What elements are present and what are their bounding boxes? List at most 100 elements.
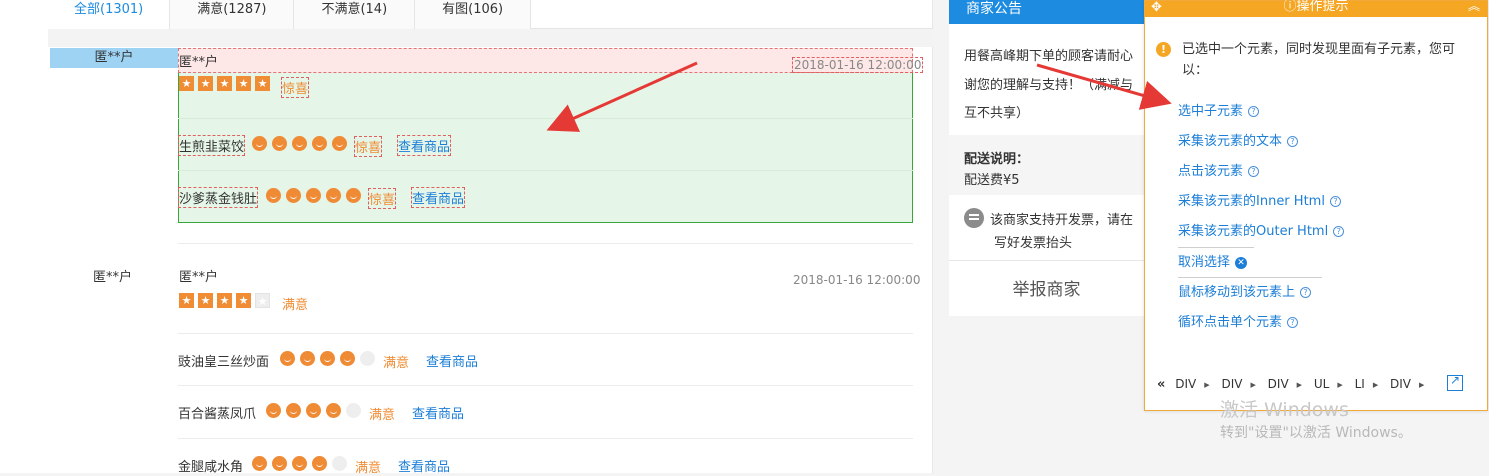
option-label: 采集该元素的文本: [1178, 134, 1283, 149]
divider: [178, 333, 913, 334]
view-product-link[interactable]: 查看商品: [412, 403, 464, 422]
smile-icon: [266, 188, 281, 203]
smile-icon: [332, 136, 347, 151]
move-icon[interactable]: ✥: [1151, 1, 1162, 15]
smile-icon: [312, 456, 327, 471]
smile-icon: [272, 136, 287, 151]
smile-icon: [326, 403, 341, 418]
star-icon: ★: [217, 293, 232, 308]
smile-empty-icon: [332, 456, 347, 471]
star-icon: ★: [217, 76, 232, 91]
divider: [178, 438, 913, 439]
reviewer-name: 匿**户: [93, 270, 133, 285]
invoice-icon: [964, 208, 984, 228]
triangle-right-icon: ▶: [1419, 380, 1425, 389]
breadcrumb-item[interactable]: DIV: [1221, 377, 1242, 391]
divider: [949, 260, 1144, 261]
breadcrumb-item[interactable]: DIV: [1175, 377, 1196, 391]
triangle-right-icon: ▶: [1204, 380, 1210, 389]
warning-icon: !: [1156, 42, 1171, 57]
external-link-icon[interactable]: [1447, 373, 1463, 391]
invoice-line: 该商家支持开发票，请在: [990, 213, 1134, 228]
click-element-option[interactable]: 点击该元素?: [1178, 160, 1260, 179]
view-product-link[interactable]: 查看商品: [426, 351, 478, 370]
star-icon: ★: [179, 293, 194, 308]
reviewer-name: 匿**户: [50, 48, 178, 68]
double-chevron-left-icon[interactable]: «: [1157, 377, 1165, 392]
panel-title: 操作提示: [1296, 0, 1349, 14]
help-icon[interactable]: ?: [1287, 136, 1299, 147]
review-date: 2018-01-16 12:00:00: [792, 57, 924, 73]
help-icon[interactable]: ?: [1287, 317, 1299, 328]
dish-name: 豉油皇三丝炒面: [178, 355, 270, 370]
select-child-option[interactable]: 选中子元素?: [1178, 100, 1260, 119]
report-merchant-button[interactable]: 举报商家: [949, 262, 1144, 316]
rating-tag: 惊喜: [281, 77, 310, 98]
help-icon[interactable]: ?: [1329, 196, 1341, 207]
breadcrumb-item[interactable]: DIV: [1268, 377, 1289, 391]
star-icon: ★: [255, 76, 270, 91]
panel-header[interactable]: ✥ ⓘ操作提示 ︽: [1145, 0, 1487, 17]
review-date: 2018-01-16 12:00:00: [793, 273, 921, 287]
help-icon[interactable]: ?: [1248, 106, 1260, 117]
notice-line: 互不共享）: [964, 106, 1030, 121]
dish-score: [266, 188, 366, 203]
smile-icon: [292, 136, 307, 151]
option-label: 采集该元素的Inner Html: [1178, 194, 1325, 209]
tab-all[interactable]: 全部(1301): [48, 0, 171, 29]
view-product-link[interactable]: 查看商品: [398, 456, 450, 475]
breadcrumb-item[interactable]: UL: [1314, 377, 1329, 391]
tab-unsatisfied[interactable]: 不满意(14): [294, 0, 416, 29]
element-breadcrumb: « DIV ▶ DIV ▶ DIV ▶ UL ▶ LI ▶ DIV ▶: [1157, 377, 1426, 392]
notice-title: 商家公告: [949, 0, 1144, 24]
view-product-link[interactable]: 查看商品: [397, 135, 452, 156]
collect-outer-html-option[interactable]: 采集该元素的Outer Html?: [1178, 220, 1345, 239]
cancel-selection-option[interactable]: 取消选择 ✕: [1178, 251, 1248, 270]
smile-icon: [312, 136, 327, 151]
dish-score: [252, 136, 352, 151]
star-empty-icon: ★: [255, 293, 270, 308]
option-label: 鼠标移动到该元素上: [1178, 285, 1296, 300]
smile-icon: [266, 403, 281, 418]
help-icon[interactable]: ?: [1248, 166, 1260, 177]
smile-icon: [272, 456, 287, 471]
smile-icon: [252, 136, 267, 151]
divider: [1178, 247, 1254, 248]
close-icon[interactable]: ✕: [1235, 256, 1248, 269]
loop-click-option[interactable]: 循环点击单个元素?: [1178, 311, 1299, 330]
view-product-link[interactable]: 查看商品: [411, 187, 466, 208]
help-icon[interactable]: ?: [1333, 226, 1345, 237]
breadcrumb-item[interactable]: DIV: [1390, 377, 1411, 391]
rating-tag: 满意: [282, 298, 309, 313]
hover-element-option[interactable]: 鼠标移动到该元素上?: [1178, 281, 1312, 300]
divider: [178, 170, 913, 171]
smile-icon: [286, 188, 301, 203]
collapse-icon[interactable]: ︽: [1468, 0, 1480, 12]
collect-inner-html-option[interactable]: 采集该元素的Inner Html?: [1178, 190, 1341, 209]
dish-score: [280, 351, 380, 366]
dish-name: 生煎韭菜饺: [178, 135, 246, 156]
smile-icon: [286, 403, 301, 418]
dish-tag: 惊喜: [354, 136, 383, 157]
smile-icon: [300, 351, 315, 366]
option-label: 采集该元素的Outer Html: [1178, 224, 1329, 239]
review-title: 匿**户: [179, 270, 219, 285]
star-icon: ★: [179, 76, 194, 91]
smile-icon: [306, 403, 321, 418]
option-label: 选中子元素: [1178, 104, 1244, 119]
dish-tag: 满意: [383, 356, 410, 371]
review-title: 匿**户: [179, 55, 219, 70]
notice-line: 用餐高峰期下单的顾客请耐心: [964, 49, 1134, 64]
breadcrumb-item[interactable]: LI: [1355, 377, 1365, 391]
smile-icon: [252, 456, 267, 471]
tab-satisfied[interactable]: 满意(1287): [170, 0, 295, 29]
help-icon[interactable]: ?: [1300, 287, 1312, 298]
smile-icon: [346, 188, 361, 203]
tab-with-images[interactable]: 有图(106): [415, 0, 532, 29]
dish-name: 金腿咸水角: [178, 460, 244, 475]
collect-text-option[interactable]: 采集该元素的文本?: [1178, 130, 1299, 149]
smile-empty-icon: [346, 403, 361, 418]
smile-icon: [340, 351, 355, 366]
activation-watermark-title: 激活 Windows: [1220, 399, 1349, 421]
star-icon: ★: [198, 293, 213, 308]
